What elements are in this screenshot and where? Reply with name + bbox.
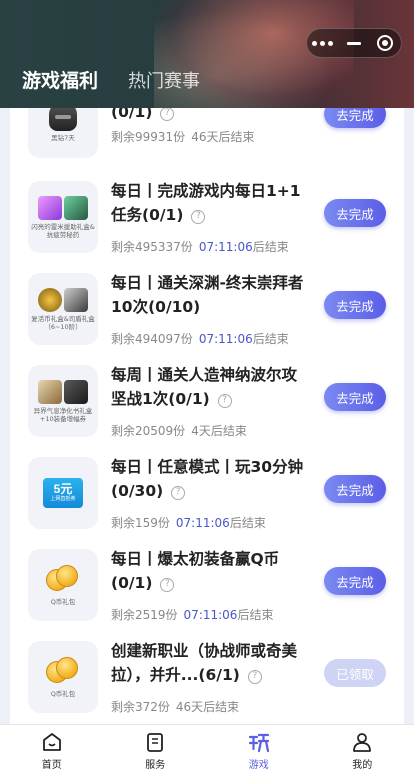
task-meta: 剩余159份 07:11:06后结束 [111, 516, 266, 530]
go-complete-button[interactable]: 去完成 [324, 567, 386, 595]
task-title: 创建新职业（协战师或奇美拉），并升...(6/1)? [111, 642, 298, 684]
scroll-box-icon [38, 379, 88, 404]
minimize-icon [346, 41, 361, 45]
gift-box-icon [38, 195, 88, 220]
mini-program-capsule [306, 28, 402, 58]
task-meta: 剩余2519份 07:11:06后结束 [111, 608, 274, 622]
thumb-label: 异界气息净化书礼盒+10装备增幅券 [33, 406, 93, 423]
home-icon [42, 732, 61, 751]
task-meta: 剩余99931份 46天后结束 [111, 130, 255, 144]
task-title: (0/1)? [111, 108, 311, 124]
task-title: 每日丨通关深渊-终末崇拜者10次(0/10) [111, 274, 304, 316]
coin-box-icon [38, 287, 88, 312]
game-icon [248, 733, 269, 752]
more-dots-icon [312, 40, 334, 46]
task-item: 复活币礼盒&司盾礼盒（6~10阶） 每日丨通关深渊-终末崇拜者10次(0/10)… [28, 273, 390, 365]
nav-label: 我的 [352, 759, 373, 771]
task-title: 每日丨完成游戏内每日1+1任务(0/1)? [111, 182, 301, 224]
task-item: Q币礼包 创建新职业（协战师或奇美拉），并升...(6/1)? 剩余372份 46… [28, 641, 390, 724]
task-title: 每日丨任意模式丨玩30分钟(0/30)? [111, 458, 304, 500]
task-item: 5元 上网直抵券 每日丨任意模式丨玩30分钟(0/30)? 剩余159份 07:1… [28, 457, 390, 549]
service-icon [147, 732, 164, 752]
task-thumb: 闪亮的雷米援助礼盒&抗疲劳秘药 [28, 181, 98, 253]
help-icon[interactable]: ? [247, 670, 262, 684]
help-icon[interactable]: ? [160, 578, 175, 592]
close-target-icon [377, 35, 394, 51]
thumb-label: Q币礼包 [50, 689, 76, 698]
close-button[interactable] [370, 29, 401, 57]
help-icon[interactable]: ? [171, 486, 186, 500]
qcoin-icon [46, 564, 80, 595]
bottom-nav: 首页 服务 游戏 我的 [0, 724, 414, 776]
task-thumb: 5元 上网直抵券 [28, 457, 98, 529]
go-complete-button[interactable]: 去完成 [324, 199, 386, 227]
task-title: 每周丨通关人造神纳波尔攻坚战1次(0/1)? [111, 366, 298, 408]
thumb-label: 复活币礼盒&司盾礼盒（6~10阶） [31, 314, 95, 331]
nav-label: 服务 [145, 759, 166, 771]
nav-game[interactable]: 游戏 [207, 725, 311, 776]
tab-hot-events[interactable]: 热门赛事 [128, 67, 200, 93]
help-icon[interactable]: ? [191, 210, 206, 224]
task-item: 黑钻7天 (0/1)? 剩余99931份 46天后结束 去完成 [28, 108, 390, 180]
task-thumb: 复活币礼盒&司盾礼盒（6~10阶） [28, 273, 98, 345]
task-meta: 剩余372份 46天后结束 [111, 700, 240, 714]
thumb-label: 闪亮的雷米援助礼盒&抗疲劳秘药 [31, 222, 95, 239]
thumb-label: Q币礼包 [50, 597, 76, 606]
task-item: 闪亮的雷米援助礼盒&抗疲劳秘药 每日丨完成游戏内每日1+1任务(0/1)? 剩余… [28, 181, 390, 273]
task-meta: 剩余494097份 07:11:06后结束 [111, 332, 289, 346]
minimize-button[interactable] [338, 29, 369, 57]
go-complete-button[interactable]: 去完成 [324, 475, 386, 503]
top-banner: 游戏福利 热门赛事 [0, 0, 414, 108]
nav-service[interactable]: 服务 [104, 725, 208, 776]
tab-bar: 游戏福利 热门赛事 [22, 66, 200, 93]
profile-icon [353, 732, 372, 752]
nav-profile[interactable]: 我的 [311, 725, 414, 776]
task-item: Q币礼包 每日丨爆太初装备赢Q币(0/1)? 剩余2519份 07:11:06后结… [28, 549, 390, 641]
tab-game-benefits[interactable]: 游戏福利 [22, 66, 98, 93]
more-button[interactable] [307, 29, 338, 57]
claimed-button: 已领取 [324, 659, 386, 687]
qcoin-icon [46, 656, 80, 687]
help-icon[interactable]: ? [217, 394, 232, 408]
nav-label: 首页 [41, 759, 62, 771]
task-item: 异界气息净化书礼盒+10装备增幅券 每周丨通关人造神纳波尔攻坚战1次(0/1)?… [28, 365, 390, 457]
nav-home[interactable]: 首页 [0, 725, 104, 776]
task-meta: 剩余495337份 07:11:06后结束 [111, 240, 289, 254]
helmet-icon [49, 108, 77, 131]
task-thumb: Q币礼包 [28, 641, 98, 713]
task-thumb: Q币礼包 [28, 549, 98, 621]
go-complete-button[interactable]: 去完成 [324, 108, 386, 128]
help-icon[interactable]: ? [160, 108, 175, 121]
task-thumb: 异界气息净化书礼盒+10装备增幅券 [28, 365, 98, 437]
task-panel: 黑钻7天 (0/1)? 剩余99931份 46天后结束 去完成 闪亮的雷米援助礼盒… [10, 108, 404, 724]
ticket-icon: 5元 上网直抵券 [43, 478, 83, 508]
nav-label: 游戏 [248, 759, 269, 771]
task-meta: 剩余20509份 4天后结束 [111, 424, 247, 438]
task-title: 每日丨爆太初装备赢Q币(0/1)? [111, 550, 280, 592]
task-thumb: 黑钻7天 [28, 108, 98, 158]
thumb-label: 黑钻7天 [51, 133, 75, 142]
go-complete-button[interactable]: 去完成 [324, 383, 386, 411]
go-complete-button[interactable]: 去完成 [324, 291, 386, 319]
task-list-area: 黑钻7天 (0/1)? 剩余99931份 46天后结束 去完成 闪亮的雷米援助礼盒… [0, 108, 414, 724]
